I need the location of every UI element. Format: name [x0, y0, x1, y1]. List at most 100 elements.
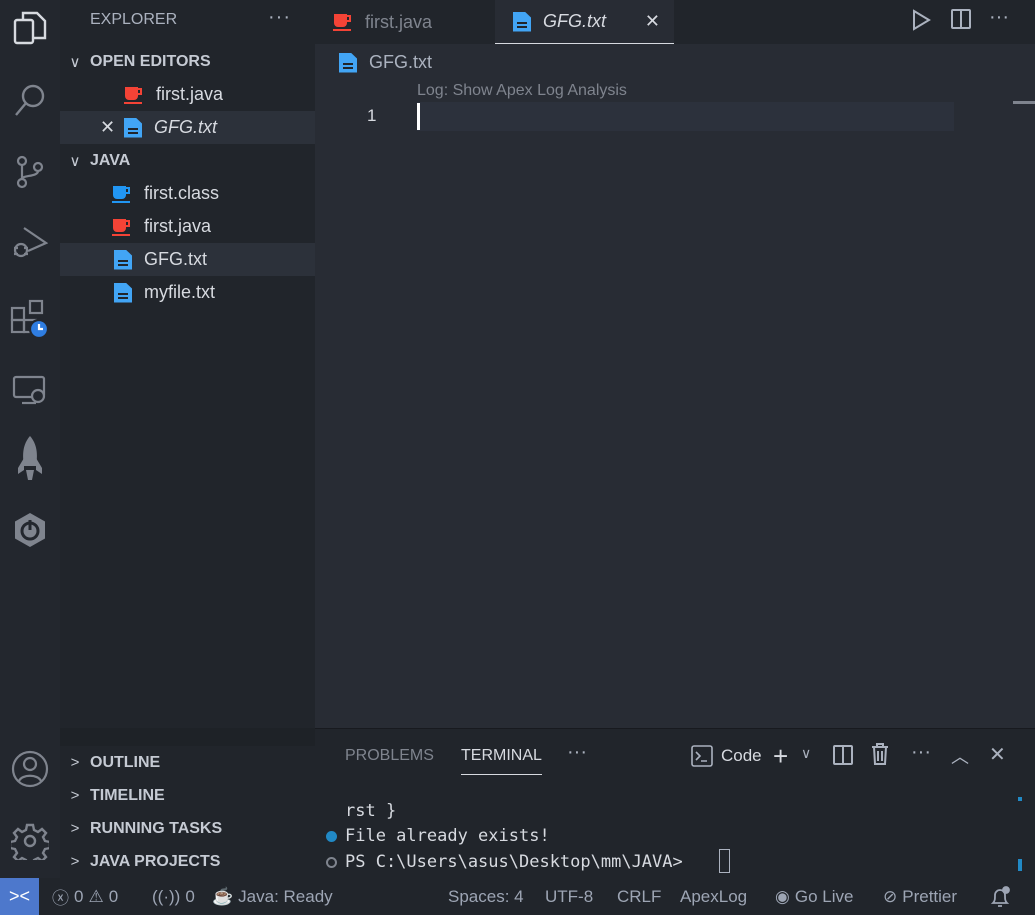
error-count: 0: [74, 886, 84, 906]
warning-icon: ⚠: [88, 886, 104, 906]
codelens-apex-log[interactable]: Log: Show Apex Log Analysis: [417, 82, 627, 100]
chevron-right-icon: >: [70, 754, 80, 771]
encoding-status[interactable]: UTF-8: [545, 878, 593, 915]
problems-status[interactable]: ⓧ 0 ⚠ 0: [52, 878, 118, 915]
tab-label: first.java: [365, 11, 433, 32]
text-file-icon: [124, 117, 142, 138]
account-icon[interactable]: [8, 747, 52, 791]
remote-indicator-icon[interactable]: ><: [0, 878, 39, 915]
broadcast-icon: ◉: [775, 886, 790, 906]
scroll-marker: [1018, 859, 1022, 871]
chevron-right-icon: >: [70, 853, 80, 870]
broadcast-icon: ((·)): [152, 886, 181, 906]
tab-first-java[interactable]: first.java: [315, 0, 495, 44]
new-terminal-icon[interactable]: +: [773, 741, 788, 772]
file-item[interactable]: first.class: [60, 177, 315, 210]
java-projects-section[interactable]: > JAVA PROJECTS: [60, 845, 315, 878]
file-name: GFG.txt: [144, 249, 207, 269]
text-file-icon: [114, 282, 132, 303]
text-file-icon: [114, 249, 132, 270]
file-name: myfile.txt: [144, 282, 216, 302]
overview-ruler-cursor: [1013, 101, 1035, 104]
chevron-down-icon: ∨: [69, 152, 81, 170]
editor-tabs: first.java GFG.txt ✕ ···: [315, 0, 1035, 44]
panel-actions-more-icon[interactable]: ···: [911, 741, 931, 764]
timeline-section[interactable]: > TIMELINE: [60, 779, 315, 812]
trash-icon[interactable]: [871, 743, 889, 770]
prettier-status[interactable]: ⊘ Prettier: [883, 878, 957, 915]
java-folder-header[interactable]: ∨ JAVA: [60, 144, 315, 177]
text-file-icon: [339, 52, 357, 73]
command-pending-dot[interactable]: [326, 857, 337, 868]
java-file-icon: [333, 12, 353, 32]
more-actions-icon[interactable]: ···: [989, 6, 1009, 29]
status-bar: >< ⓧ 0 ⚠ 0 ((·)) 0 ☕ Java: Ready Spaces: 4 UT…: [0, 878, 1035, 915]
java-status-text: Java: Ready: [238, 886, 333, 906]
panel-more-icon[interactable]: ···: [567, 741, 587, 764]
explorer-title: EXPLORER: [90, 11, 178, 28]
file-item[interactable]: first.java: [60, 210, 315, 243]
terminal-line: rst }: [345, 801, 397, 821]
open-editor-item-active[interactable]: ✕ GFG.txt: [60, 111, 315, 144]
file-name: first.class: [144, 183, 220, 203]
split-editor-icon[interactable]: [951, 9, 971, 34]
indentation-status[interactable]: Spaces: 4: [448, 878, 524, 915]
maximize-panel-icon[interactable]: ︿: [951, 743, 969, 769]
terminal-prompt[interactable]: PS C:\Users\asus\Desktop\mm\JAVA>: [345, 852, 683, 872]
terminal-shell-selector[interactable]: Code: [691, 745, 762, 767]
file-name: first.java: [144, 216, 212, 236]
remote-explorer-icon[interactable]: [8, 368, 52, 412]
terminal-line: File already exists!: [345, 826, 550, 846]
apexlog-status[interactable]: ApexLog: [680, 878, 747, 915]
java-file-icon: [112, 217, 132, 237]
section-label: RUNNING TASKS: [90, 819, 223, 837]
coffee-icon: ☕: [212, 886, 234, 906]
notifications-bell-icon[interactable]: [990, 878, 1010, 915]
run-icon[interactable]: [911, 9, 931, 36]
terminal-cursor: [719, 849, 730, 873]
section-label: JAVA PROJECTS: [90, 852, 221, 870]
explorer-sidebar: EXPLORER ··· ∨ OPEN EDITORS first.java ✕ G…: [60, 0, 315, 878]
file-item[interactable]: myfile.txt: [60, 276, 315, 309]
prohibited-icon: ⊘: [883, 886, 898, 906]
rocket-icon[interactable]: [8, 436, 52, 480]
explorer-more-button[interactable]: ···: [268, 6, 291, 29]
source-control-icon[interactable]: [8, 150, 52, 194]
current-line[interactable]: [417, 102, 954, 131]
run-debug-icon[interactable]: [8, 220, 52, 264]
open-editors-header[interactable]: ∨ OPEN EDITORS: [60, 45, 315, 78]
search-icon[interactable]: [8, 78, 52, 122]
extensions-icon[interactable]: [8, 296, 52, 340]
tab-terminal[interactable]: TERMINAL: [461, 747, 542, 775]
editor: GFG.txt Log: Show Apex Log Analysis 1: [315, 44, 1035, 728]
file-item-selected[interactable]: GFG.txt: [60, 243, 315, 276]
explorer-icon[interactable]: [8, 6, 52, 50]
close-icon[interactable]: ✕: [100, 117, 124, 138]
settings-gear-icon[interactable]: [8, 819, 52, 863]
prettier-label: Prettier: [902, 886, 958, 906]
go-live-button[interactable]: ◉ Go Live: [775, 878, 853, 915]
section-label: JAVA: [90, 151, 131, 169]
error-icon: ⓧ: [52, 889, 69, 908]
activity-bar: [0, 0, 60, 878]
breadcrumb[interactable]: GFG.txt: [339, 52, 432, 73]
ports-status[interactable]: ((·)) 0: [152, 878, 195, 915]
tab-problems[interactable]: PROBLEMS: [345, 747, 434, 765]
close-tab-icon[interactable]: ✕: [645, 11, 660, 32]
java-status[interactable]: ☕ Java: Ready: [212, 878, 333, 915]
spring-boot-icon[interactable]: [8, 508, 52, 552]
file-name: GFG.txt: [154, 117, 217, 137]
eol-status[interactable]: CRLF: [617, 878, 661, 915]
close-panel-icon[interactable]: ✕: [989, 742, 1006, 767]
shell-name: Code: [721, 746, 762, 765]
split-terminal-icon[interactable]: [833, 745, 853, 770]
command-success-dot[interactable]: [326, 831, 337, 842]
section-label: OPEN EDITORS: [90, 52, 211, 70]
tab-label: GFG.txt: [543, 11, 606, 31]
outline-section[interactable]: > OUTLINE: [60, 746, 315, 779]
go-live-label: Go Live: [794, 886, 854, 906]
tab-gfg-txt[interactable]: GFG.txt ✕: [495, 0, 674, 44]
chevron-down-icon[interactable]: ∨: [801, 745, 811, 762]
open-editor-item[interactable]: first.java: [60, 78, 315, 111]
running-tasks-section[interactable]: > RUNNING TASKS: [60, 812, 315, 845]
